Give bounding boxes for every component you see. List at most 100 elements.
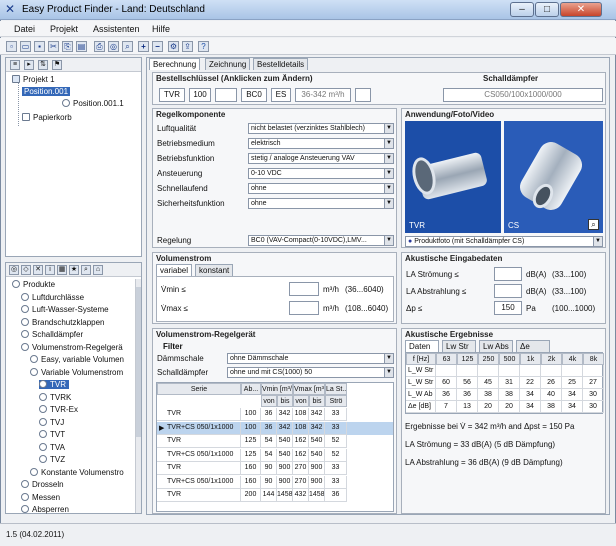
copy-icon[interactable]: ⎘ (62, 41, 73, 52)
product-tree-item[interactable]: TVJ (39, 417, 64, 427)
position-node[interactable]: Position.001 (22, 87, 71, 96)
chevron-down-icon[interactable]: ▼ (384, 236, 393, 245)
find-icon[interactable]: ⌕ (122, 41, 133, 52)
order-key-series[interactable]: TVR (159, 88, 185, 102)
product-tree-item[interactable]: Variable Volumenstrom (30, 367, 123, 377)
table-row[interactable]: TVR+CS 050/1x1000 160 90 900 270 900 33 (157, 475, 393, 489)
table-header[interactable]: Vmax [m³/h] (293, 383, 325, 395)
component-select[interactable]: 0-10 VDC ▼ (248, 168, 394, 179)
table-header[interactable]: Ab... (241, 383, 261, 395)
add-icon[interactable]: + (138, 41, 149, 52)
chevron-down-icon[interactable]: ▼ (593, 237, 602, 246)
order-key-es[interactable]: ES (271, 88, 291, 102)
product-tree-item[interactable]: Luft-Wasser-Systeme (21, 305, 109, 314)
settings-icon[interactable]: ⚙ (168, 41, 179, 52)
chevron-down-icon[interactable]: ▼ (384, 199, 393, 208)
order-key-option[interactable] (215, 88, 237, 102)
trash-node[interactable]: Papierkorb (22, 113, 72, 122)
favorite-icon[interactable]: ★ (69, 265, 79, 275)
component-select[interactable]: nicht belastet (verzinktes Stahlblech) ▼ (248, 123, 394, 134)
order-key-control[interactable]: BC0 (241, 88, 267, 102)
maximize-button[interactable]: □ (535, 2, 559, 17)
component-select[interactable]: ohne ▼ (248, 198, 394, 209)
preview-icon[interactable]: ◎ (108, 41, 119, 52)
table-row[interactable]: TVR 100 36 342 108 342 33 (157, 408, 393, 421)
paste-icon[interactable]: ▤ (76, 41, 87, 52)
order-key-size[interactable]: 100 (189, 88, 211, 102)
menu-datei[interactable]: Datei (14, 24, 35, 34)
menu-projekt[interactable]: Projekt (50, 24, 78, 34)
product-tree-item[interactable]: Brandschutzklappen (21, 317, 105, 327)
search-icon[interactable]: ⌕ (81, 265, 91, 275)
chevron-down-icon[interactable]: ▼ (384, 184, 393, 193)
menu-hilfe[interactable]: Hilfe (152, 24, 170, 34)
table-header[interactable]: Vmin [m³/h] (261, 383, 293, 395)
product-tree-item[interactable]: Messen (21, 492, 60, 502)
tree-sort-icon[interactable]: ⇅ (38, 60, 48, 70)
tab-delta-e[interactable]: Δe (516, 340, 550, 352)
table-header[interactable]: La St... (325, 383, 347, 395)
tab-bestelldetails[interactable]: Bestelldetails (253, 58, 309, 70)
product-tree-item[interactable]: TVR-Ex (39, 405, 78, 414)
order-key-flow[interactable]: 36-342 m³/h (295, 88, 351, 102)
insulation-select[interactable]: ohne Dämmschale ▼ (227, 353, 394, 364)
component-select[interactable]: stetig / analoge Ansteuerung VAV ▼ (248, 153, 394, 164)
chevron-down-icon[interactable]: ▼ (384, 354, 393, 363)
product-tree-item[interactable]: Luftdurchlässe (21, 292, 84, 302)
chevron-down-icon[interactable]: ▼ (384, 169, 393, 178)
home-icon[interactable]: ⌂ (93, 265, 103, 275)
tab-variabel[interactable]: variabel (156, 264, 193, 276)
product-tree-item[interactable]: Drosseln (21, 480, 64, 489)
tab-konstant[interactable]: konstant (195, 264, 234, 276)
print-icon[interactable]: ⎙ (94, 41, 105, 52)
product-tree-item[interactable]: Absperren (21, 505, 69, 514)
order-key-extra[interactable] (355, 88, 371, 102)
save-icon[interactable]: ▪ (34, 41, 45, 52)
product-tree-item[interactable]: TVR (39, 380, 69, 389)
logo-filter-icon[interactable]: ✕ (33, 265, 43, 275)
tree-scrollbar[interactable] (135, 279, 141, 513)
product-tree-item[interactable]: Konstante Volumenstro (30, 467, 124, 477)
collapse-icon[interactable]: ◎ (9, 265, 19, 275)
photo-select[interactable]: ● Produktfoto (mit Schalldämpfer CS) ▼ (405, 236, 603, 247)
acoustic-input-field[interactable] (494, 267, 522, 281)
product-photo-cs[interactable]: CS ⌕ (504, 121, 603, 233)
new-icon[interactable]: ▫ (6, 41, 17, 52)
table-row[interactable]: TVR+CS 050/1x1000 100 36 342 108 342 33 ▶ (157, 421, 393, 435)
silencer-code[interactable]: CS050/100x1000/000 (443, 88, 603, 102)
product-tree-item[interactable]: Volumenstrom-Regelgerä (21, 342, 123, 352)
tab-daten[interactable]: Daten (405, 340, 439, 352)
table-row[interactable]: TVR 200 144 1458 432 1458 36 (157, 489, 393, 502)
subposition-node[interactable]: Position.001.1 (62, 99, 124, 108)
cut-icon[interactable]: ✂ (48, 41, 59, 52)
product-tree-item[interactable]: TVRK (39, 392, 71, 402)
product-tree-item[interactable]: TVA (39, 442, 65, 452)
product-tree-item[interactable]: TVZ (39, 455, 65, 464)
help-icon[interactable]: ? (198, 41, 209, 52)
product-tree-item[interactable]: TVT (39, 430, 65, 439)
menu-assistenten[interactable]: Assistenten (93, 24, 140, 34)
chevron-down-icon[interactable]: ▼ (384, 124, 393, 133)
export-icon[interactable]: ⇪ (182, 41, 193, 52)
category-icon[interactable]: ▦ (57, 265, 67, 275)
expand-icon[interactable]: ◇ (21, 265, 31, 275)
product-tree-item[interactable]: Easy, variable Volumen (30, 355, 124, 364)
open-icon[interactable]: ▭ (20, 41, 31, 52)
table-row[interactable]: TVR 125 54 540 162 540 52 (157, 435, 393, 448)
chevron-down-icon[interactable]: ▼ (384, 368, 393, 377)
table-header[interactable]: Serie (157, 383, 241, 395)
tab-lw-abs[interactable]: Lw Abs (479, 340, 513, 352)
tree-expand-icon[interactable]: ▸ (24, 60, 34, 70)
zoom-icon[interactable]: ⌕ (588, 219, 599, 230)
product-photo-tvr[interactable]: TVR (405, 121, 501, 233)
component-select[interactable]: elektrisch ▼ (248, 138, 394, 149)
tab-zeichnung[interactable]: Zeichnung (205, 58, 251, 70)
vmin-input[interactable] (289, 282, 319, 296)
remove-icon[interactable]: − (152, 41, 163, 52)
acoustic-input-field[interactable]: 150 (494, 301, 522, 315)
info-icon[interactable]: i (45, 265, 55, 275)
project-node[interactable]: Projekt 1 (12, 75, 55, 84)
table-row[interactable]: TVR+CS 050/1x1000 125 54 540 162 540 52 (157, 448, 393, 462)
chevron-down-icon[interactable]: ▼ (384, 139, 393, 148)
tree-view-icon[interactable]: ≡ (10, 60, 20, 70)
